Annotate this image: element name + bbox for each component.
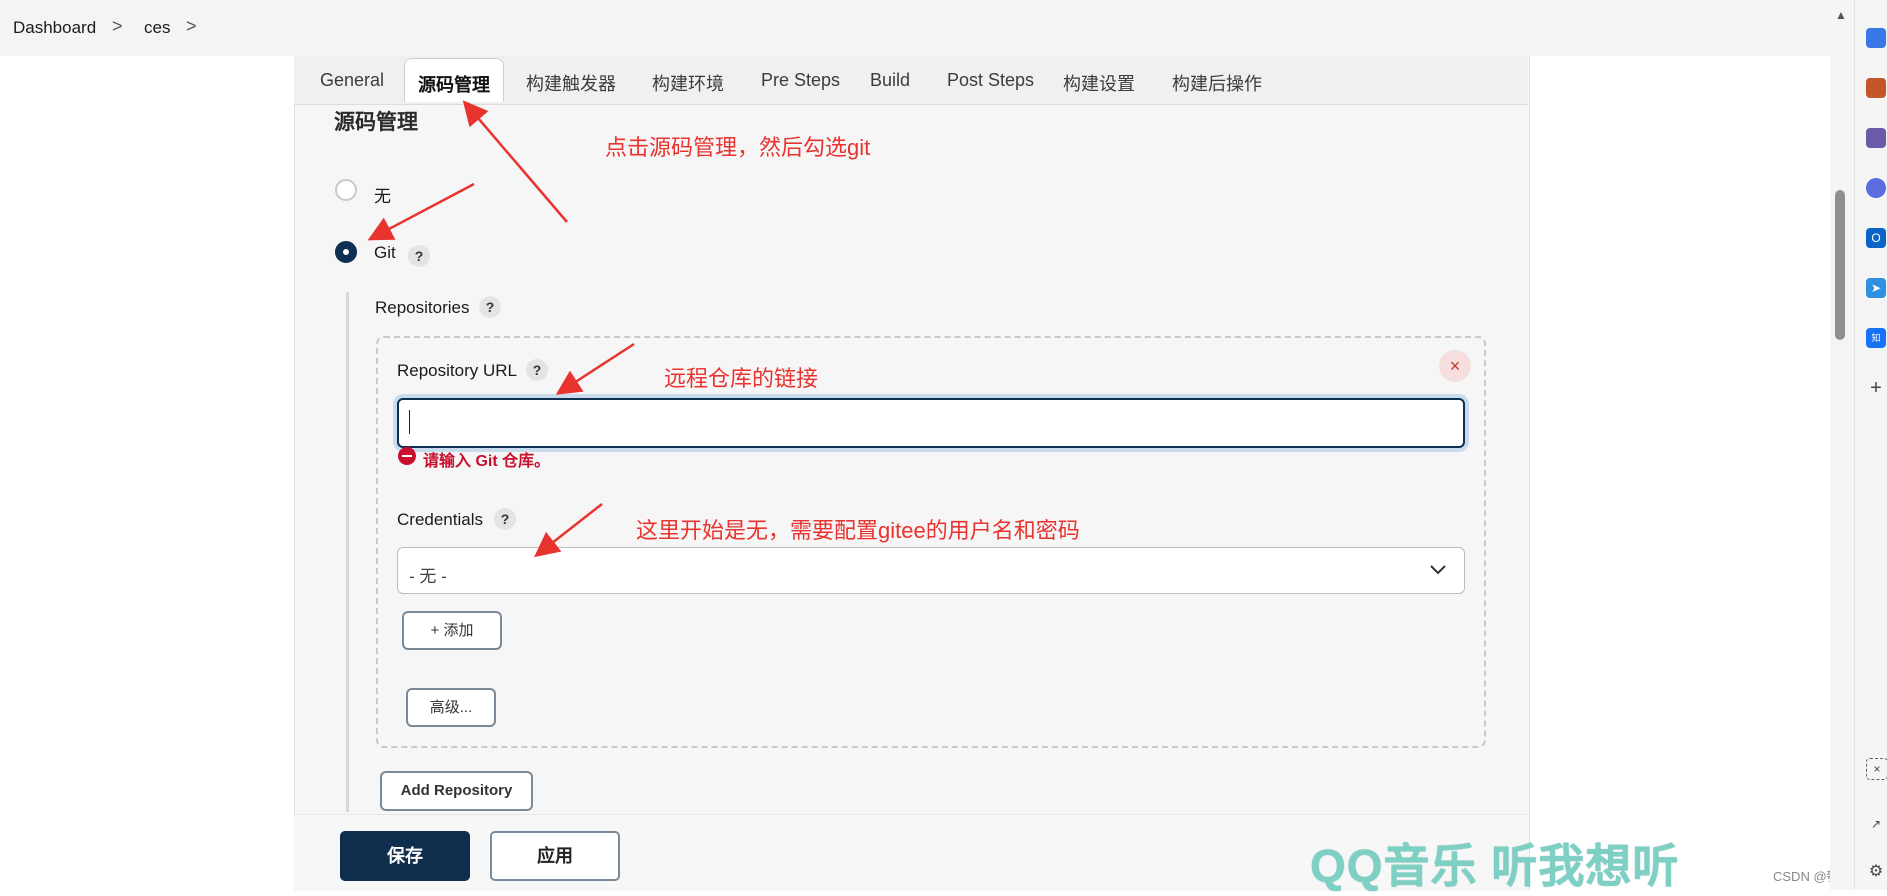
scrollbar-thumb[interactable] <box>1835 190 1845 340</box>
zhihu-icon[interactable]: 知 <box>1866 328 1886 348</box>
annotation-arrow <box>367 182 475 241</box>
scrollbar[interactable] <box>1830 0 1854 890</box>
annotation-arrow <box>462 100 568 223</box>
annotation-tab-hint: 点击源码管理，然后勾选git <box>605 135 871 160</box>
scroll-up-arrow-icon[interactable]: ▲ <box>1835 8 1847 22</box>
external-link-icon[interactable]: ↗ <box>1866 814 1886 834</box>
send-icon[interactable]: ➤ <box>1866 278 1886 298</box>
screenshot-icon[interactable]: × <box>1866 758 1887 780</box>
copilot-icon[interactable] <box>1866 178 1886 198</box>
annotation-arrows <box>367 100 635 558</box>
settings-icon[interactable]: ⚙ <box>1866 862 1886 882</box>
briefcase-icon[interactable] <box>1866 78 1886 98</box>
annotation-arrow <box>534 503 603 558</box>
tag-icon[interactable] <box>1866 28 1886 48</box>
annotation-url-hint: 远程仓库的链接 <box>664 366 819 391</box>
qq-music-watermark: QQ音乐 听我想听 <box>1310 840 1680 892</box>
people-icon[interactable] <box>1866 128 1886 148</box>
annotation-arrow <box>555 342 635 395</box>
outlook-icon[interactable]: O <box>1866 228 1886 248</box>
annotation-credentials-hint: 这里开始是无，需要配置gitee的用户名和密码 <box>636 518 1080 543</box>
plus-icon[interactable]: + <box>1866 378 1886 398</box>
